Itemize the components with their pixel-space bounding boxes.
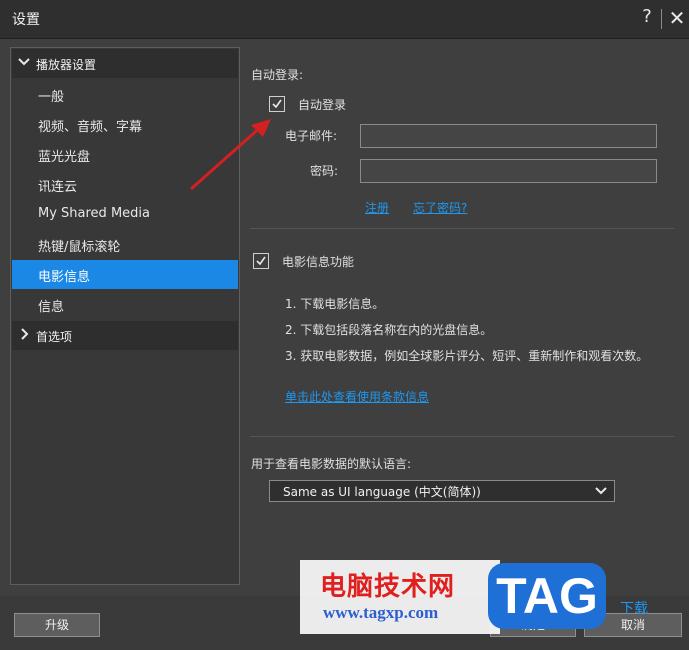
forgot-password-link[interactable]: 忘了密码?	[413, 199, 467, 216]
sidebar-item-label: 讯连云	[38, 180, 78, 195]
password-label: 密码:	[310, 164, 339, 178]
window-title: 设置	[12, 12, 40, 28]
language-select[interactable]: Same as UI language (中文(简体))	[269, 480, 615, 502]
movie-info-checkbox-label: 电影信息功能	[282, 255, 355, 269]
chevron-right-icon	[21, 328, 29, 340]
autologin-checkbox-label: 自动登录	[298, 98, 347, 112]
watermark-badge-text: TAG	[496, 568, 598, 624]
sidebar-item-label: 信息	[38, 300, 65, 315]
language-select-value: Same as UI language (中文(简体))	[283, 485, 481, 499]
title-bar: 设置 ? ✕	[0, 0, 689, 39]
sidebar-item-label: 视频、音频、字幕	[38, 120, 143, 135]
watermark-site-name: 电脑技术网	[320, 572, 456, 602]
sidebar-item-label: 热键/鼠标滚轮	[38, 240, 121, 255]
titlebar-separator	[661, 9, 662, 29]
watermark-badge: TAG	[488, 563, 606, 629]
register-link[interactable]: 注册	[365, 199, 389, 216]
password-field[interactable]	[360, 159, 657, 183]
autologin-section-label: 自动登录:	[251, 68, 304, 82]
chevron-down-icon	[18, 58, 30, 66]
sidebar-group-preferences[interactable]: 首选项	[12, 321, 238, 350]
sidebar-group-label: 播放器设置	[36, 58, 97, 72]
sidebar-group-player-settings[interactable]: 播放器设置	[12, 49, 238, 78]
movie-info-checkbox[interactable]	[253, 253, 269, 269]
help-button[interactable]: ?	[637, 6, 657, 30]
sidebar-item-label: 一般	[38, 90, 65, 105]
chevron-down-icon	[595, 487, 607, 495]
sidebar-item-movie-info[interactable]: 电影信息	[12, 260, 238, 289]
sidebar-item-hotkeys[interactable]: 热键/鼠标滚轮	[12, 230, 238, 259]
email-field[interactable]	[360, 124, 657, 148]
terms-link[interactable]: 单击此处查看使用条款信息	[285, 388, 429, 405]
movie-info-point: 1. 下载电影信息。	[285, 297, 385, 311]
annotation-arrow-icon	[190, 119, 271, 191]
sidebar-item-label: 蓝光光盘	[38, 150, 91, 165]
upgrade-button[interactable]: 升级	[14, 613, 100, 637]
email-label: 电子邮件:	[285, 129, 338, 143]
autologin-checkbox[interactable]	[269, 96, 285, 112]
sidebar-item-info[interactable]: 信息	[12, 290, 238, 319]
divider	[250, 228, 674, 229]
sidebar-item-label: 电影信息	[38, 270, 91, 285]
sidebar-item-label: My Shared Media	[38, 206, 150, 221]
checkmark-icon	[272, 99, 282, 109]
movie-info-point: 2. 下载包括段落名称在内的光盘信息。	[285, 323, 493, 337]
watermark-url: www.tagxp.com	[323, 603, 439, 622]
sidebar-group-label: 首选项	[36, 330, 73, 344]
checkmark-icon	[256, 256, 266, 266]
close-button[interactable]: ✕	[667, 6, 687, 30]
sidebar-item-shared-media[interactable]: My Shared Media	[12, 200, 238, 229]
divider	[250, 436, 674, 437]
watermark-extra: 下载	[620, 601, 648, 617]
movie-info-point: 3. 获取电影数据，例如全球影片评分、短评、重新制作和观看次数。	[285, 349, 649, 363]
sidebar-item-general[interactable]: 一般	[12, 80, 238, 109]
language-label: 用于查看电影数据的默认语言:	[251, 457, 412, 471]
